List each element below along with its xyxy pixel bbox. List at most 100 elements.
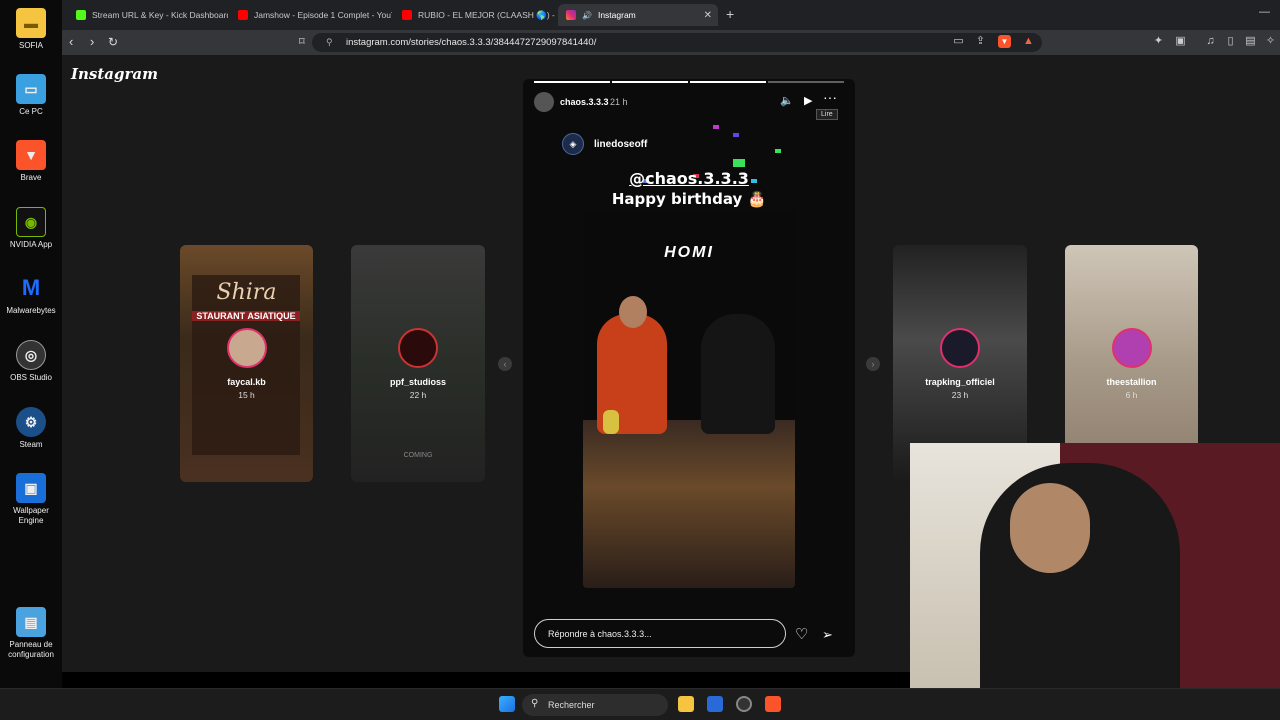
more-options-icon[interactable]: ··· [823,89,837,105]
tab-bar: Stream URL & Key - Kick Dashboard Jamsho… [62,0,1280,30]
story-username: trapking_officiel [925,377,995,387]
webcam-overlay [910,443,1280,688]
sidebar-icon[interactable]: ▯ [1224,35,1237,48]
youtube-icon [402,10,412,20]
desktop-icons-column: ▬ SOFIA ▭ Ce PC ▼ Brave ◉ NVIDIA App M M… [0,0,62,688]
play-icon[interactable]: ▶ [804,94,812,107]
video-logo-text: HOMI [664,244,714,261]
person-right [701,314,775,434]
progress-segment [612,81,688,83]
desktop-icon-obs[interactable]: ◎ OBS Studio [0,340,62,383]
avatar [1111,328,1152,368]
obs-taskbar-icon[interactable] [736,696,752,712]
tab-rubio[interactable]: RUBIO - EL MEJOR (CLAASH 🌎) - Yo [394,4,556,26]
story-mention[interactable]: @chaos.3.3.3 [523,169,855,188]
cast-icon[interactable]: ▭ [952,35,965,48]
steam-icon: ⚙ [16,407,46,437]
nvidia-icon: ◉ [16,207,46,237]
side-story-ppf-studioss[interactable]: ppf_studioss 22 h COMING [351,245,485,482]
tab-label: Stream URL & Key - Kick Dashboard [92,10,228,20]
instagram-icon [566,10,576,20]
tab-label: Instagram [597,10,636,20]
instagram-logo[interactable]: Instagram [71,65,158,83]
desktop-icon-malwarebytes[interactable]: M Malwarebytes [0,273,62,316]
confetti [713,125,719,129]
story-username: faycal.kb [227,377,266,387]
tab-instagram[interactable]: 🔊 Instagram ✕ [558,4,718,26]
new-tab-button[interactable]: + [726,6,734,22]
desktop-icon-sofia[interactable]: ▬ SOFIA [0,8,62,51]
extensions-icon[interactable]: ✦ [1152,35,1165,48]
send-icon[interactable]: ➢ [822,627,833,643]
close-tab-icon[interactable]: ✕ [704,10,712,21]
file-explorer-icon[interactable] [678,696,694,712]
minimize-icon[interactable]: — [1259,6,1270,18]
tab-kick-dashboard[interactable]: Stream URL & Key - Kick Dashboard [68,4,228,26]
address-bar[interactable]: ⚲ instagram.com/stories/chaos.3.3.3/3844… [312,33,1042,52]
story-time: 6 h [1125,390,1138,400]
malwarebytes-icon: M [21,275,41,300]
obs-icon: ◎ [16,340,46,370]
store-icon[interactable] [707,696,723,712]
brave-taskbar-icon[interactable] [765,696,781,712]
story-caption: COMING [403,452,433,459]
desktop-icon-wallpaper-engine[interactable]: ▣ Wallpaper Engine [0,473,62,526]
story-author-name[interactable]: chaos.3.3.3 [560,97,609,107]
confetti [775,149,781,153]
story-video[interactable]: HOMI [583,210,795,588]
back-icon[interactable]: ‹ [69,35,73,49]
desktop-icon-brave[interactable]: ▼ Brave [0,140,62,183]
podcast-table [583,420,795,588]
tab-label: RUBIO - EL MEJOR (CLAASH 🌎) - Yo [418,9,556,20]
forward-icon[interactable]: › [90,35,94,49]
youtube-icon [238,10,248,20]
story-author-avatar[interactable] [534,92,554,112]
repost-author-avatar[interactable]: ◈ [562,133,584,155]
volume-icon[interactable]: 🔈 [780,94,794,107]
webcam-face [1010,483,1090,573]
confetti [733,159,745,167]
reply-input[interactable]: Répondre à chaos.3.3.3... [534,619,786,648]
reload-icon[interactable]: ↻ [108,35,118,49]
next-story-button[interactable]: › [866,357,880,371]
brave-icon: ▼ [16,140,46,170]
brave-rewards-icon[interactable]: ▲ [1022,35,1035,48]
search-placeholder: Rechercher [548,700,595,710]
desktop-icon-steam[interactable]: ⚙ Steam [0,407,62,450]
story-username: theestallion [1106,377,1157,387]
folder-icon: ▬ [16,8,46,38]
story-time: 23 h [951,390,969,400]
side-story-faycal[interactable]: Shira STAURANT ASIATIQUE faycal.kb 15 h [180,245,313,482]
bookmark-icon[interactable]: ⌑ [299,35,305,49]
speaker-icon: 🔊 [582,10,592,20]
desktop-icon-ce-pc[interactable]: ▭ Ce PC [0,74,62,117]
repost-author-name[interactable]: linedoseoff [594,139,647,150]
desktop-icon-control-panel[interactable]: ▤ Panneau de configuration [0,607,62,660]
wallet-icon[interactable]: ▣ [1174,35,1187,48]
media-icon[interactable]: ♫ [1204,35,1217,48]
desktop-icon-label: NVIDIA App [9,240,53,249]
previous-story-button[interactable]: ‹ [498,357,512,371]
taskbar-search[interactable]: ⚲ Rechercher [522,694,668,716]
brave-shields-icon[interactable]: ▼ [998,35,1011,48]
like-icon[interactable]: ♡ [795,625,808,643]
tab-jamshow[interactable]: Jamshow - Episode 1 Complet - YouT [230,4,392,26]
story-username: ppf_studioss [389,377,446,387]
desktop-icon-label: Panneau de configuration [8,640,54,659]
share-icon[interactable]: ⇪ [974,35,987,48]
search-icon: ⚲ [531,698,539,709]
leo-icon[interactable]: ✧ [1264,35,1277,48]
progress-segment [690,81,766,83]
windows-start-icon[interactable] [499,696,515,712]
avatar [398,328,438,368]
vase [603,410,619,434]
desktop-icon-label: Brave [20,173,42,182]
desktop-icon-label: Malwarebytes [6,306,56,315]
desktop-icon-label: SOFIA [18,41,43,50]
site-info-icon[interactable]: ⚲ [326,37,333,48]
wallet-alt-icon[interactable]: ▤ [1244,35,1257,48]
desktop-icon-nvidia[interactable]: ◉ NVIDIA App [0,207,62,250]
desktop-icon-label: Steam [19,440,43,449]
wallpaper-engine-icon: ▣ [16,473,46,503]
taskbar: ⚲ Rechercher [0,688,1280,720]
